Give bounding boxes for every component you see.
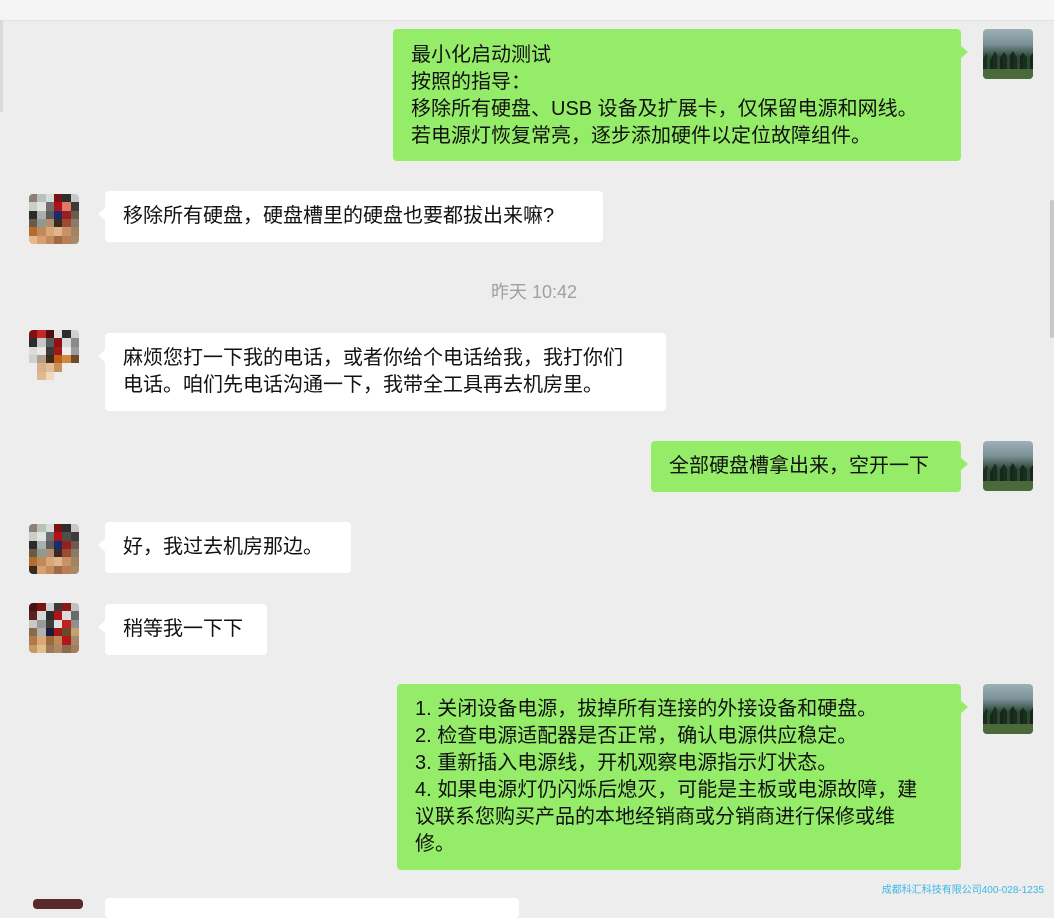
message-bubble-mine[interactable]: 1. 关闭设备电源，拔掉所有连接的外接设备和硬盘。 2. 检查电源适配器是否正常… <box>397 684 968 870</box>
left-panel-edge <box>0 20 3 112</box>
contact-avatar[interactable] <box>29 524 79 574</box>
chat-timestamp: 昨天 10:42 <box>490 282 578 302</box>
watermark: 成都科汇科技有限公司400-028-1235 <box>881 885 1044 896</box>
self-avatar[interactable] <box>983 684 1033 734</box>
contact-avatar[interactable] <box>29 603 79 653</box>
window-top-bar <box>0 0 1054 21</box>
message-bubble-theirs[interactable]: 稍等我一下下 <box>98 604 267 655</box>
message-bubble-theirs[interactable]: 麻烦您打一下我的电话，或者你给个电话给我，我打你们 电话。咱们先电话沟通一下，我… <box>98 333 666 411</box>
message-bubble-theirs[interactable]: 移除所有硬盘，硬盘槽里的硬盘也要都拔出来嘛? <box>98 191 603 242</box>
self-avatar[interactable] <box>983 29 1033 79</box>
message-bubble-mine[interactable]: 全部硬盘槽拿出来，空开一下 <box>651 441 968 492</box>
message-bubble-theirs[interactable] <box>105 898 519 918</box>
message-bubble-mine[interactable]: 最小化启动测试 按照的指导： 移除所有硬盘、USB 设备及扩展卡，仅保留电源和网… <box>393 29 968 161</box>
self-avatar[interactable] <box>983 441 1033 491</box>
message-bubble-theirs[interactable]: 好，我过去机房那边。 <box>98 522 351 573</box>
contact-avatar[interactable] <box>33 899 83 909</box>
contact-avatar[interactable] <box>29 194 79 244</box>
contact-avatar[interactable] <box>29 330 79 380</box>
chat-scrollbar[interactable] <box>1050 200 1054 338</box>
